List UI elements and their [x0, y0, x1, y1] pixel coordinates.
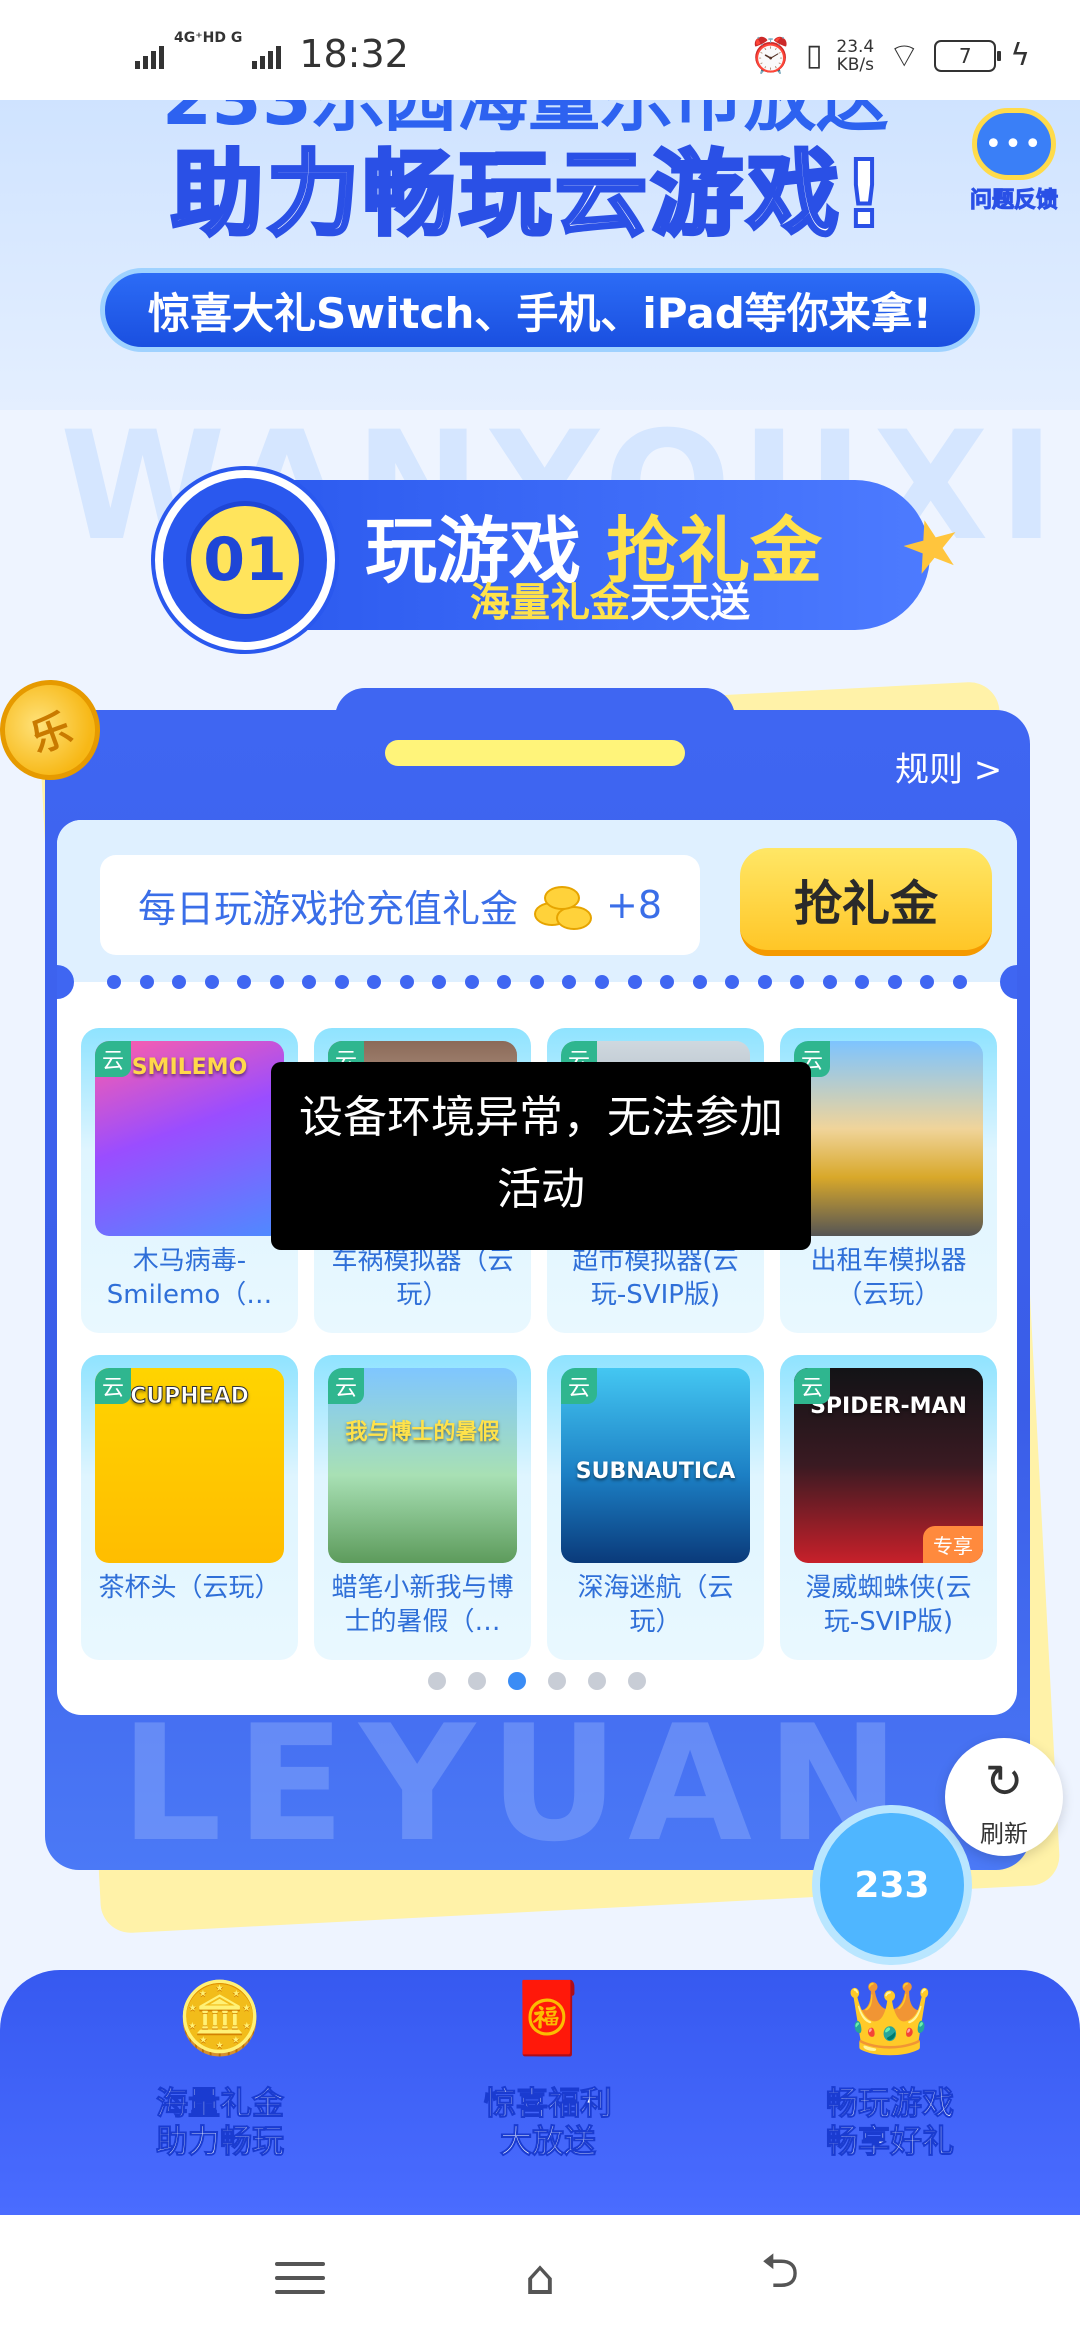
charging-icon: ϟ: [1010, 38, 1030, 73]
game-thumbnail: 云 CUPHEAD: [95, 1368, 284, 1563]
refresh-button[interactable]: ↻ 刷新: [945, 1738, 1063, 1856]
header-top-title: 233乐园海量乐币放送: [60, 100, 990, 141]
game-name: 茶杯头（云玩）: [98, 1573, 281, 1603]
page-dot[interactable]: [628, 1672, 646, 1690]
cloud-badge: 云: [794, 1368, 830, 1404]
game-thumbnail: 云 SPIDER-MAN 专享: [794, 1368, 983, 1563]
clock: 18:32: [299, 32, 409, 76]
cloud-badge: 云: [95, 1368, 131, 1404]
coins-icon: [534, 880, 596, 930]
task-pill: 每日玩游戏抢充值礼金 +8: [100, 855, 700, 955]
game-thumbnail: 云 SMILEMO: [95, 1041, 284, 1236]
task-text: 每日玩游戏抢充值礼金: [138, 886, 519, 931]
network-label: 4G⁺HD G: [174, 30, 243, 46]
game-name: 漫威蜘蛛侠(云玩-SVIP版): [805, 1573, 972, 1637]
error-toast: 设备环境异常，无法参加活动: [271, 1062, 811, 1250]
page-dot-active[interactable]: [508, 1672, 526, 1690]
section-number: 01: [186, 501, 304, 619]
game-card[interactable]: 云 CUPHEAD 茶杯头（云玩）: [81, 1355, 298, 1660]
vibrate-icon: ▯: [805, 38, 823, 73]
games-panel: 每日玩游戏抢充值礼金 +8 抢礼金 云 SMILEMO 木马病毒-Smilemo…: [57, 820, 1017, 1715]
status-left: 4G⁺HD G 18:32: [135, 30, 409, 76]
game-thumbnail: 云: [794, 1041, 983, 1236]
red-envelope-icon: 🧧: [504, 1976, 592, 2059]
status-bar: 4G⁺HD G 18:32 ⏰ ▯ 23.4 KB/s ⌔ 7 ϟ: [0, 0, 1080, 100]
cloud-badge: 云: [328, 1368, 364, 1404]
back-button[interactable]: ⮌: [750, 2243, 810, 2303]
game-card[interactable]: 云 SMILEMO 木马病毒-Smilemo（…: [81, 1028, 298, 1333]
section-subtitle: 海量礼金天天送: [470, 580, 750, 626]
features-bar: 🪙 海量礼金 助力畅玩 🧧 惊喜福利 大放送 👑 畅玩游戏 畅享好礼: [0, 1970, 1080, 2215]
game-thumbnail: 云 SUBNAUTICA: [561, 1368, 750, 1563]
card-tab-bar: [385, 740, 685, 766]
header-subtitle: 惊喜大礼Switch、手机、iPad等你来拿!: [100, 268, 980, 352]
battery-icon: 7: [934, 39, 1002, 72]
mascot-label: 233: [854, 1864, 930, 1906]
thumbnail-title: SUBNAUTICA: [575, 1459, 736, 1484]
grab-gift-button[interactable]: 抢礼金: [740, 848, 992, 956]
signal-2-icon: [252, 39, 282, 69]
game-name: 出租车模拟器（云玩）: [810, 1246, 967, 1310]
section-badge: 01: [155, 470, 335, 650]
menu-button[interactable]: [270, 2253, 330, 2303]
coin-stack-icon: 🪙: [176, 1976, 264, 2059]
feedback-button[interactable]: ••• 问题反馈: [958, 108, 1070, 218]
alarm-icon: ⏰: [749, 35, 792, 76]
page-dot[interactable]: [468, 1672, 486, 1690]
game-card[interactable]: 云 出租车模拟器（云玩）: [780, 1028, 997, 1333]
dotted-divider: [107, 975, 967, 991]
header-title: 助力畅玩云游戏!: [169, 139, 889, 250]
game-name: 深海迷航（云玩）: [577, 1573, 734, 1637]
feature-surprise-welfare[interactable]: 🧧 惊喜福利 大放送: [428, 1970, 668, 2161]
game-name: 木马病毒-Smilemo（…: [106, 1246, 273, 1310]
reward-amount: +8: [606, 883, 663, 927]
task-area: 每日玩游戏抢充值礼金 +8 抢礼金: [57, 820, 1017, 982]
page-dot[interactable]: [548, 1672, 566, 1690]
network-speed: 23.4 KB/s: [836, 36, 875, 75]
wifi-icon: ⌔: [888, 36, 921, 76]
refresh-icon: ↻: [984, 1754, 1024, 1808]
game-name: 蜡笔小新我与博士的暑假（…: [331, 1573, 514, 1637]
header-banner: 233乐园海量乐币放送 助力畅玩云游戏! 惊喜大礼Switch、手机、iPad等…: [0, 100, 1080, 410]
home-button[interactable]: ⌂: [510, 2249, 570, 2306]
game-name: 车祸模拟器（云玩）: [331, 1246, 514, 1310]
cloud-badge: 云: [95, 1041, 131, 1077]
feedback-label: 问题反馈: [969, 188, 1058, 214]
chat-bubble-icon: •••: [972, 108, 1056, 180]
game-name: 超市模拟器(云玩-SVIP版): [572, 1246, 739, 1310]
feature-play-games[interactable]: 👑 畅玩游戏 畅享好礼: [770, 1970, 1010, 2161]
menu-icon: [275, 2252, 325, 2304]
cloud-badge: 云: [561, 1368, 597, 1404]
back-icon: ⮌: [760, 2243, 800, 2299]
status-right: ⏰ ▯ 23.4 KB/s ⌔ 7 ϟ: [750, 34, 1030, 77]
rules-link[interactable]: 规则 >: [895, 742, 1002, 791]
game-thumbnail: 云 我与博士的暑假: [328, 1368, 517, 1563]
page-indicator: [57, 1672, 1017, 1690]
home-icon: ⌂: [524, 2249, 556, 2306]
feature-gift-money[interactable]: 🪙 海量礼金 助力畅玩: [100, 1970, 340, 2161]
system-nav-bar: ⌂ ⮌: [0, 2215, 1080, 2340]
game-card[interactable]: 云 SPIDER-MAN 专享 漫威蜘蛛侠(云玩-SVIP版): [780, 1355, 997, 1660]
game-card[interactable]: 云 SUBNAUTICA 深海迷航（云玩）: [547, 1355, 764, 1660]
crown-icon: 👑: [846, 1976, 934, 2059]
signal-icon: [135, 39, 164, 69]
game-card[interactable]: 云 我与博士的暑假 蜡笔小新我与博士的暑假（…: [314, 1355, 531, 1660]
refresh-label: 刷新: [980, 1820, 1028, 1848]
page-dot[interactable]: [428, 1672, 446, 1690]
thumbnail-title: 我与博士的暑假: [345, 1420, 500, 1445]
page-dot[interactable]: [588, 1672, 606, 1690]
vip-badge: 专享: [923, 1526, 983, 1563]
